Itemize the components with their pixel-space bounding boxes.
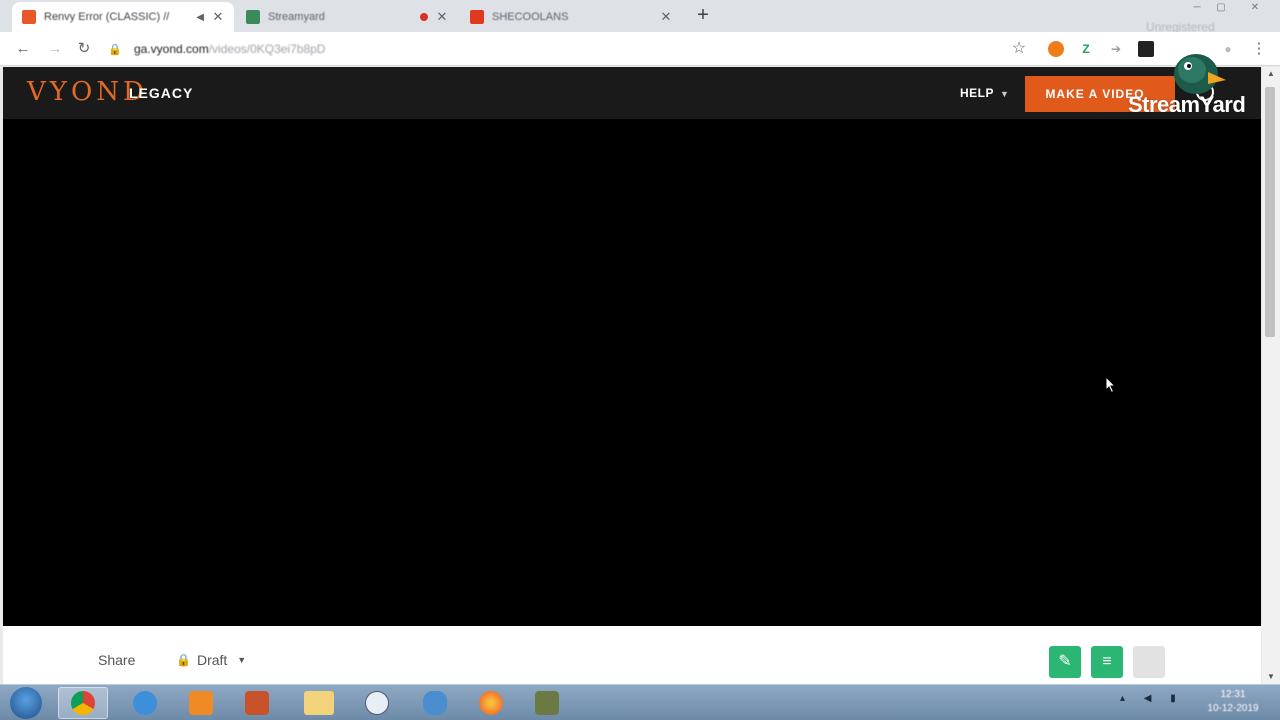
- media-player-icon: [189, 691, 213, 715]
- extension-green-icon[interactable]: Z: [1078, 41, 1094, 57]
- address-bar[interactable]: 🔒 ga.vyond.com /videos/0KQ3ei7b8pD: [108, 37, 1038, 61]
- taskbar-chrome[interactable]: [58, 687, 108, 719]
- bookmark-star-icon[interactable]: ☆: [1008, 38, 1030, 60]
- taskbar-explorer[interactable]: [294, 687, 344, 719]
- taskbar-media-player[interactable]: [176, 687, 226, 719]
- video-bottom-bar: Share 🔒 Draft ▼ ✎ ≡: [3, 626, 1261, 684]
- maximize-window-button[interactable]: ▢: [1210, 0, 1232, 16]
- url-path: /videos/0KQ3ei7b8pD: [208, 42, 326, 56]
- tab-third[interactable]: SHECOOLANS ✕: [460, 2, 682, 32]
- browser-tab-strip: Renvy Error (CLASSIC) // ◀ ✕ Streamyard …: [0, 0, 1280, 34]
- tab-title: Streamyard: [268, 11, 325, 23]
- taskbar-app3[interactable]: [410, 687, 460, 719]
- taskbar-app2[interactable]: [352, 687, 402, 719]
- help-menu[interactable]: HELP ▼: [960, 86, 1009, 100]
- folder-icon: [304, 691, 334, 715]
- youtube-favicon-icon: [470, 10, 484, 24]
- new-tab-button[interactable]: +: [692, 5, 714, 27]
- close-tab-icon[interactable]: ✕: [658, 9, 674, 25]
- draft-dropdown[interactable]: 🔒 Draft ▼: [176, 652, 246, 668]
- edit-pencil-button[interactable]: ✎: [1049, 646, 1081, 678]
- taskbar-app[interactable]: [232, 687, 282, 719]
- scrollbar-thumb[interactable]: [1265, 87, 1275, 337]
- page-scrollbar[interactable]: ▲ ▼: [1262, 67, 1280, 684]
- minimize-window-button[interactable]: ─: [1186, 0, 1208, 16]
- vyond-header: VYOND LEGACY HELP ▼ MAKE A VIDEO: [3, 67, 1261, 119]
- clock-date: 10-12-2019: [1207, 703, 1259, 714]
- app-icon: [245, 691, 269, 715]
- extension-orange-icon[interactable]: [1048, 41, 1064, 57]
- streamyard-favicon-icon: [246, 10, 260, 24]
- network-icon: [365, 691, 389, 715]
- lock-icon: 🔒: [176, 653, 191, 667]
- more-options-button[interactable]: [1133, 646, 1165, 678]
- firefox-icon: [479, 691, 503, 715]
- caret-down-icon: ▼: [237, 655, 247, 665]
- tab-streamyard[interactable]: Streamyard ✕: [236, 2, 458, 32]
- internet-explorer-icon: [133, 691, 157, 715]
- draft-label: Draft: [196, 652, 228, 668]
- close-tab-icon[interactable]: ✕: [434, 9, 450, 25]
- list-menu-button[interactable]: ≡: [1091, 646, 1123, 678]
- taskbar-firefox[interactable]: [466, 687, 516, 719]
- url-host: ga.vyond.com: [134, 42, 209, 56]
- reload-button[interactable]: ↻: [73, 38, 95, 60]
- streamyard-watermark: StreamYard: [1128, 92, 1246, 117]
- tab-vyond[interactable]: Renvy Error (CLASSIC) // ◀ ✕: [12, 2, 234, 32]
- tab-title: SHECOOLANS: [492, 11, 569, 23]
- scroll-down-arrow-icon[interactable]: ▼: [1262, 670, 1280, 684]
- eyes-icon: [423, 691, 447, 715]
- help-label: HELP: [960, 86, 995, 100]
- tools-icon: [535, 691, 559, 715]
- tab-title: Renvy Error (CLASSIC) //: [44, 11, 170, 23]
- lock-icon: 🔒: [108, 43, 122, 56]
- vyond-page: VYOND LEGACY HELP ▼ MAKE A VIDEO Share 🔒 …: [3, 67, 1261, 684]
- mouse-cursor-icon: [1105, 376, 1117, 394]
- extension-arrow-icon[interactable]: ➔: [1108, 41, 1124, 57]
- clock-time: 12:31: [1220, 689, 1246, 700]
- chevron-down-icon: ▼: [1000, 89, 1010, 99]
- audio-icon: ◀: [196, 11, 204, 23]
- taskbar-app4[interactable]: [522, 687, 572, 719]
- legacy-label: LEGACY: [129, 85, 194, 101]
- close-window-button[interactable]: ✕: [1238, 0, 1272, 16]
- start-button-icon[interactable]: [10, 687, 42, 719]
- vyond-favicon-icon: [22, 10, 36, 24]
- share-link[interactable]: Share: [98, 652, 135, 668]
- windows-taskbar: ▴ ◀ ▮ 12:31 10-12-2019: [0, 684, 1280, 720]
- taskbar-ie[interactable]: [120, 687, 170, 719]
- system-tray-icons[interactable]: ▴ ◀ ▮: [1120, 693, 1184, 704]
- forward-button[interactable]: →: [44, 38, 66, 60]
- back-button[interactable]: ←: [12, 38, 34, 60]
- browser-toolbar: ← → ↻ 🔒 ga.vyond.com /videos/0KQ3ei7b8pD…: [0, 32, 1280, 66]
- video-player[interactable]: [3, 119, 1261, 626]
- close-tab-icon[interactable]: ✕: [210, 9, 226, 25]
- system-clock[interactable]: 12:31 10-12-2019: [1198, 688, 1268, 716]
- chrome-icon: [71, 691, 95, 715]
- recording-indicator-icon: [420, 13, 428, 21]
